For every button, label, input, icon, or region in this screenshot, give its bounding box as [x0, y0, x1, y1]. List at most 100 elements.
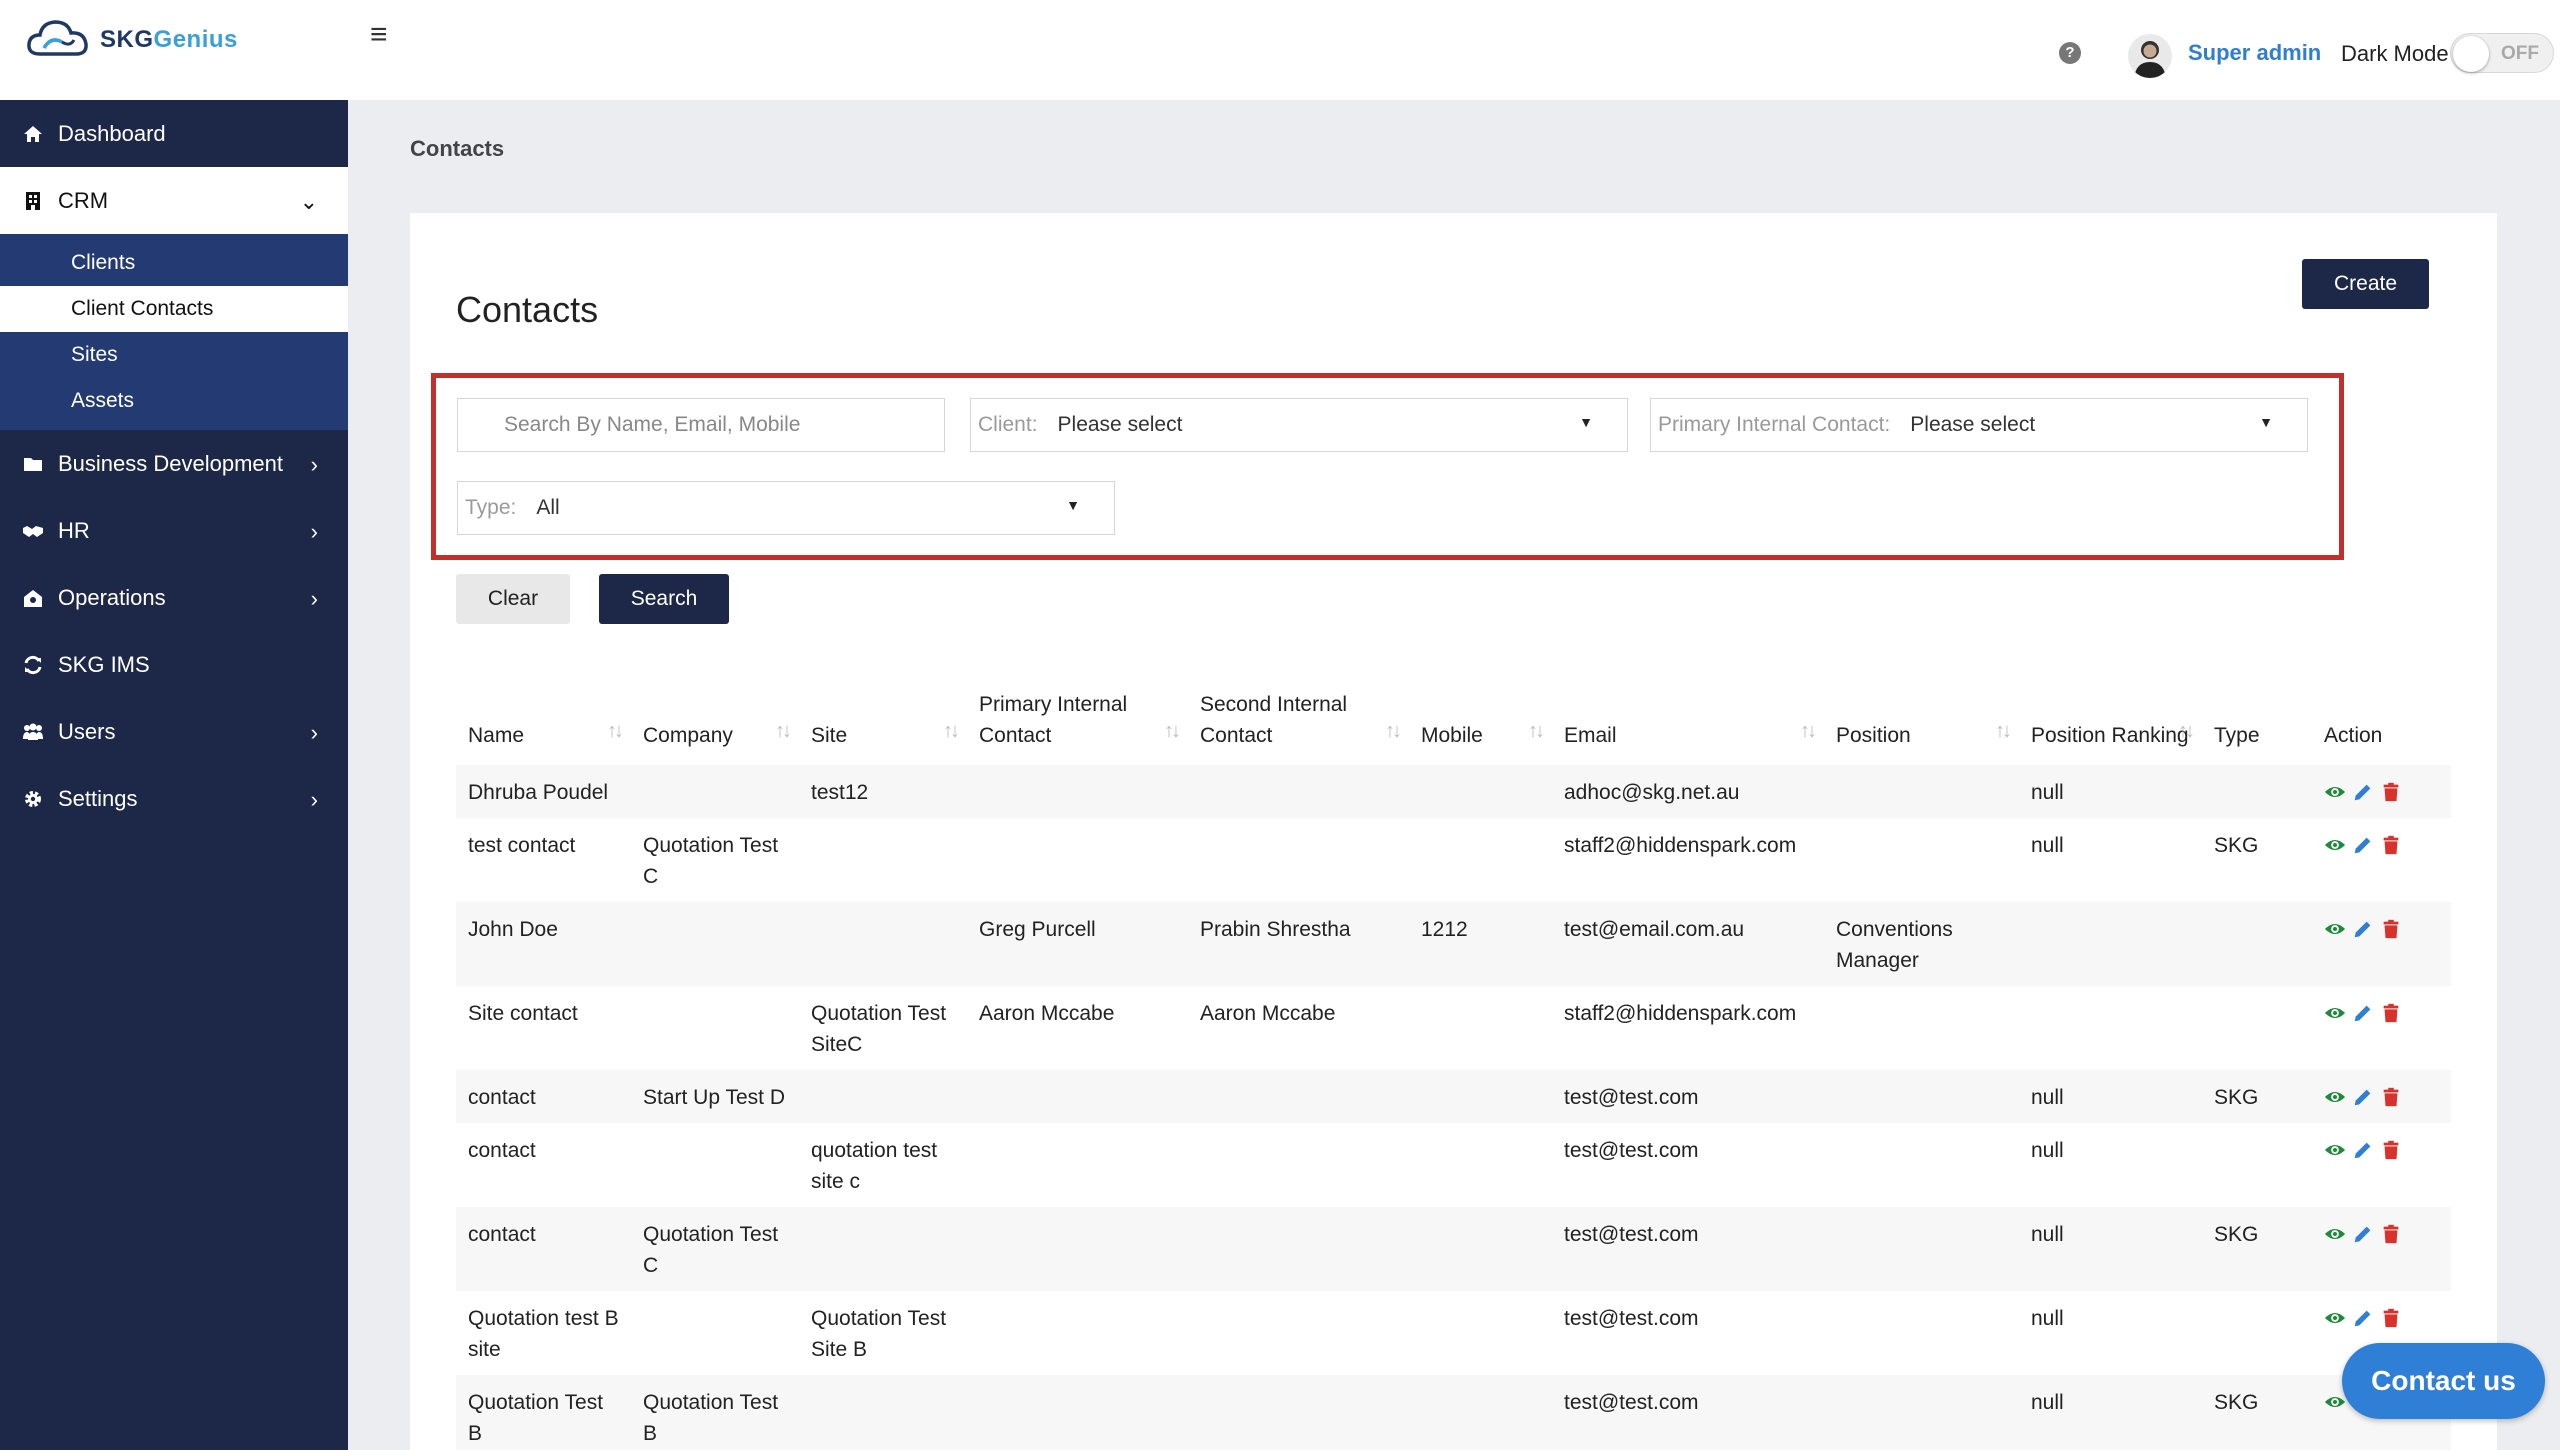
- column-header-company[interactable]: Company ↑↓: [631, 665, 799, 765]
- column-header-action: Action: [2324, 724, 2383, 747]
- edit-icon[interactable]: [2352, 781, 2374, 803]
- delete-icon[interactable]: [2380, 834, 2402, 856]
- sidebar-item-sites[interactable]: Sites: [0, 332, 348, 378]
- avatar[interactable]: [2128, 34, 2172, 78]
- view-icon[interactable]: [2324, 1307, 2346, 1329]
- table-row: test contact Quotation Test C staff2@hidde…: [456, 818, 2451, 902]
- edit-icon[interactable]: [2352, 1223, 2374, 1245]
- user-name[interactable]: Super admin: [2188, 40, 2321, 66]
- dark-mode-toggle[interactable]: OFF: [2450, 33, 2554, 73]
- cell-type: SKG: [2202, 1375, 2312, 1450]
- column-header-position-ranking[interactable]: Position Ranking ↑↓: [2019, 665, 2202, 765]
- cell-second: [1188, 1375, 1409, 1450]
- view-icon[interactable]: [2324, 1139, 2346, 1161]
- view-icon[interactable]: [2324, 918, 2346, 940]
- search-field[interactable]: [457, 398, 945, 452]
- page-title: Contacts: [456, 289, 599, 330]
- sort-icon[interactable]: ↑↓: [2178, 716, 2195, 747]
- contact-us-button[interactable]: Contact us: [2342, 1343, 2545, 1419]
- sort-icon[interactable]: ↑↓: [1385, 716, 1402, 747]
- delete-icon[interactable]: [2380, 1002, 2402, 1024]
- delete-icon[interactable]: [2380, 1139, 2402, 1161]
- view-icon[interactable]: [2324, 1086, 2346, 1108]
- cell-name: Site contact: [468, 1002, 578, 1025]
- sort-icon[interactable]: ↑↓: [1164, 716, 1181, 747]
- column-header-email[interactable]: Email ↑↓: [1552, 665, 1824, 765]
- sidebar-item-client-contacts[interactable]: Client Contacts: [0, 286, 348, 332]
- cell-position: [1824, 1291, 2019, 1375]
- cell-email: staff2@hiddenspark.com: [1564, 1002, 1797, 1025]
- edit-icon[interactable]: [2352, 834, 2374, 856]
- sidebar-item-dashboard[interactable]: Dashboard: [0, 100, 348, 167]
- cell-name: Quotation Test B: [456, 1375, 631, 1450]
- column-header-second-contact[interactable]: Second Internal Contact ↑↓: [1188, 665, 1409, 765]
- sort-icon[interactable]: ↑↓: [943, 716, 960, 747]
- delete-icon[interactable]: [2380, 1086, 2402, 1108]
- view-icon[interactable]: [2324, 1223, 2346, 1245]
- column-header-mobile[interactable]: Mobile ↑↓: [1409, 665, 1552, 765]
- cell-primary: [967, 1123, 1188, 1207]
- edit-icon[interactable]: [2352, 1307, 2374, 1329]
- sidebar-item-crm[interactable]: CRM ⌄: [0, 167, 348, 234]
- cell-site: [799, 1375, 967, 1450]
- sidebar-item-hr[interactable]: HR ›: [0, 497, 348, 564]
- cell-mobile: [1409, 1123, 1552, 1207]
- delete-icon[interactable]: [2380, 1307, 2402, 1329]
- client-select[interactable]: Client: Please select ▼: [970, 398, 1628, 452]
- sidebar-item-clients[interactable]: Clients: [0, 240, 348, 286]
- sidebar-item-label: Dashboard: [58, 120, 166, 146]
- sort-icon[interactable]: ↑↓: [1800, 716, 1817, 747]
- cell-ranking: null: [2031, 1139, 2064, 1162]
- primary-contact-select[interactable]: Primary Internal Contact: Please select …: [1650, 398, 2308, 452]
- column-header-name[interactable]: Name ↑↓: [456, 665, 631, 765]
- cell-position: [1824, 765, 2019, 818]
- delete-icon[interactable]: [2380, 918, 2402, 940]
- sync-icon: [22, 654, 44, 676]
- row-actions: [2324, 914, 2439, 940]
- type-select[interactable]: Type: All ▼: [457, 481, 1115, 535]
- edit-icon[interactable]: [2352, 1139, 2374, 1161]
- delete-icon[interactable]: [2380, 1223, 2402, 1245]
- column-header-site[interactable]: Site ↑↓: [799, 665, 967, 765]
- table-body: Dhruba Poudel test12 adhoc@skg.net.au null t…: [456, 765, 2451, 1450]
- cell-site: [799, 818, 967, 902]
- cell-mobile: [1409, 986, 1552, 1070]
- cell-position: [1824, 1375, 2019, 1450]
- sidebar-item-assets[interactable]: Assets: [0, 378, 348, 424]
- hamburger-menu-icon[interactable]: ≡: [370, 18, 388, 52]
- table-row: contact Quotation Test C test@test.com null…: [456, 1207, 2451, 1291]
- view-icon[interactable]: [2324, 834, 2346, 856]
- sidebar-item-label: Users: [58, 718, 116, 744]
- edit-icon[interactable]: [2352, 1086, 2374, 1108]
- app-logo[interactable]: SKGGenius: [24, 10, 238, 70]
- chevron-right-icon: ›: [310, 452, 318, 477]
- sort-icon[interactable]: ↑↓: [775, 716, 792, 747]
- view-icon[interactable]: [2324, 781, 2346, 803]
- edit-icon[interactable]: [2352, 1002, 2374, 1024]
- delete-icon[interactable]: [2380, 781, 2402, 803]
- column-header-position[interactable]: Position ↑↓: [1824, 665, 2019, 765]
- view-icon[interactable]: [2324, 1002, 2346, 1024]
- clear-button[interactable]: Clear: [456, 574, 570, 624]
- sort-icon[interactable]: ↑↓: [1528, 716, 1545, 747]
- cell-mobile: [1409, 1070, 1552, 1123]
- cell-email: test@test.com: [1552, 1207, 1824, 1291]
- edit-icon[interactable]: [2352, 918, 2374, 940]
- cell-name: contact: [456, 1207, 631, 1291]
- sidebar-item-business-development[interactable]: Business Development ›: [0, 430, 348, 497]
- column-header-primary-contact[interactable]: Primary Internal Contact ↑↓: [967, 665, 1188, 765]
- search-input[interactable]: [458, 399, 944, 451]
- sidebar-item-settings[interactable]: Settings ›: [0, 765, 348, 832]
- search-button[interactable]: Search: [599, 574, 729, 624]
- create-button[interactable]: Create: [2302, 259, 2429, 309]
- sort-icon[interactable]: ↑↓: [1995, 716, 2012, 747]
- help-icon[interactable]: ?: [2059, 42, 2081, 64]
- sidebar-item-users[interactable]: Users ›: [0, 698, 348, 765]
- cell-mobile: [1409, 1291, 1552, 1375]
- sort-icon[interactable]: ↑↓: [607, 716, 624, 747]
- view-icon[interactable]: [2324, 1391, 2346, 1413]
- client-select-value: Please select: [1057, 413, 1183, 436]
- sidebar-item-operations[interactable]: Operations ›: [0, 564, 348, 631]
- cell-position: [1824, 986, 2019, 1070]
- sidebar-item-skg-ims[interactable]: SKG IMS: [0, 631, 348, 698]
